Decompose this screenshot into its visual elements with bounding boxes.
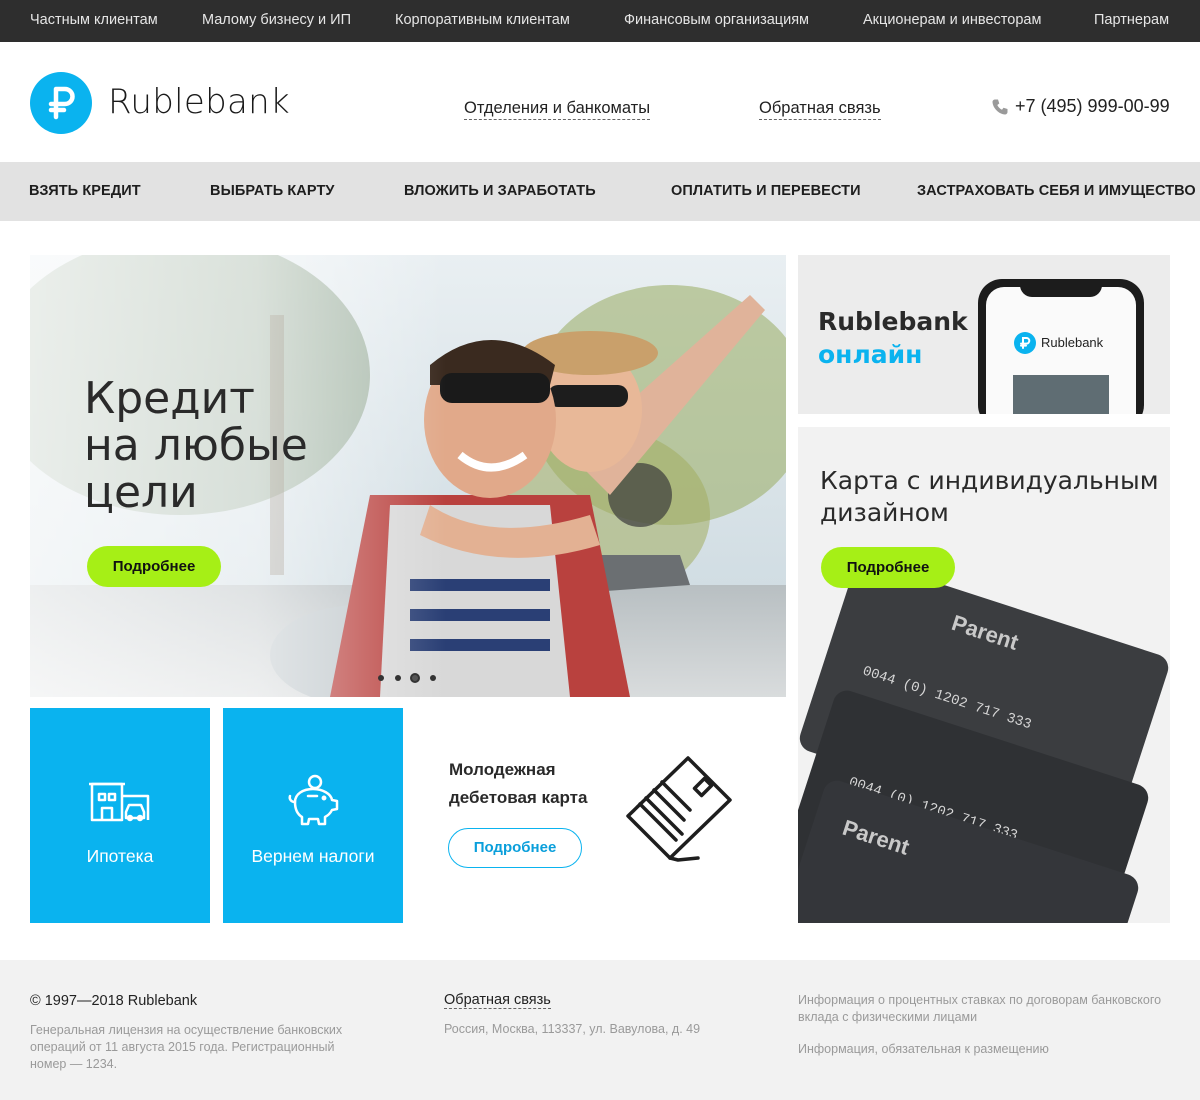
segment-link-investors[interactable]: Акционерам и инвесторам [863,12,1041,28]
youth-card-title-line: Молодежная [449,760,556,779]
site-footer: © 1997—2018 Rublebank Генеральная лиценз… [0,960,1200,1100]
hero-banner[interactable]: Кредит на любые цели Подробнее [30,255,786,697]
branches-atms-link[interactable]: Отделения и банкоматы [464,99,651,120]
phone-screen-block [1013,375,1109,414]
footer-license: Генеральная лицензия на осуществление ба… [30,1023,343,1071]
footer-mandatory-info-link[interactable]: Информация, обязательная к размещению [798,1042,1049,1056]
online-card-subtitle: онлайн [818,340,923,369]
phone-number[interactable]: +7 (495) 999-00-99 [1015,96,1170,117]
custom-card-title-line: дизайном [820,498,949,527]
youth-card-more-button[interactable]: Подробнее [448,828,582,868]
nav-choose-card[interactable]: Выбрать карту [210,183,335,199]
youth-card-title: Молодежная дебетовая карта [449,756,629,812]
phone-icon [992,99,1008,115]
slider-dot-4[interactable] [430,675,436,681]
footer-copyright: © 1997—2018 Rublebank [30,993,198,1009]
smartphone-screen: Rublebank [986,287,1136,414]
slider-dot-1[interactable] [378,675,384,681]
segment-link-private[interactable]: Частным клиентам [30,12,158,28]
logo-wordmark[interactable]: Rublebank [108,82,290,122]
segment-link-financial[interactable]: Финансовым организациям [624,12,809,28]
custom-design-card-promo[interactable]: Parent 0044 (0) 1202 717 333 0044 (0) 12… [798,427,1170,923]
nav-insurance[interactable]: Застраховать себя и имущество [917,183,1196,199]
nav-invest[interactable]: Вложить и заработать [404,183,596,199]
hero-title: Кредит на любые цели [84,375,384,516]
segment-link-small-business[interactable]: Малому бизнесу и ИП [202,12,351,28]
footer-interest-rates-link[interactable]: Информация о процентных ставках по догов… [798,992,1178,1026]
piggy-bank-icon [288,774,339,826]
online-banking-card[interactable]: Rublebank онлайн Rublebank [798,255,1170,414]
top-segment-bar: Частным клиентам Малому бизнесу и ИП Кор… [0,0,1200,42]
custom-card-title: Карта с индивидуальным дизайном [820,465,1170,529]
segment-link-partners[interactable]: Партнерам [1094,12,1169,28]
phone-logo-text: Rublebank [1041,335,1104,350]
logo-ruble-icon[interactable] [30,72,92,134]
tile-tax-refund[interactable]: Вернем налоги [223,708,403,923]
house-car-icon [89,782,150,822]
hero-title-line: цели [84,467,198,518]
hero-title-line: Кредит [84,373,255,424]
online-card-title: Rublebank [818,307,968,336]
main-navigation: Взять кредит Выбрать карту Вложить и зар… [0,162,1200,221]
smartphone-illustration: Rublebank [978,279,1144,414]
custom-card-title-line: Карта с индивидуальным [820,466,1159,495]
nav-pay-transfer[interactable]: Оплатить и перевести [671,183,861,199]
tile-mortgage[interactable]: Ипотека [30,708,210,923]
feedback-link[interactable]: Обратная связь [759,99,881,120]
smartphone-notch [1020,279,1102,297]
tile-tax-refund-label: Вернем налоги [251,846,375,866]
hero-title-line: на любые [84,420,308,471]
nav-take-credit[interactable]: Взять кредит [29,183,141,199]
card-in-hand-icon [626,756,732,862]
slider-dot-2[interactable] [395,675,401,681]
tile-mortgage-label: Ипотека [86,846,154,866]
footer-address: Россия, Москва, 113337, ул. Вавулова, д.… [444,1022,701,1036]
segment-link-corporate[interactable]: Корпоративным клиентам [395,12,570,28]
youth-card-title-line: дебетовая карта [449,788,588,807]
hero-more-button[interactable]: Подробнее [87,546,221,587]
slider-dot-3-active[interactable] [410,673,420,683]
phone-ruble-icon [1014,332,1036,354]
custom-card-more-button[interactable]: Подробнее [821,547,955,588]
site-header: Rublebank Отделения и банкоматы Обратная… [0,42,1200,162]
footer-feedback-link[interactable]: Обратная связь [444,992,551,1009]
